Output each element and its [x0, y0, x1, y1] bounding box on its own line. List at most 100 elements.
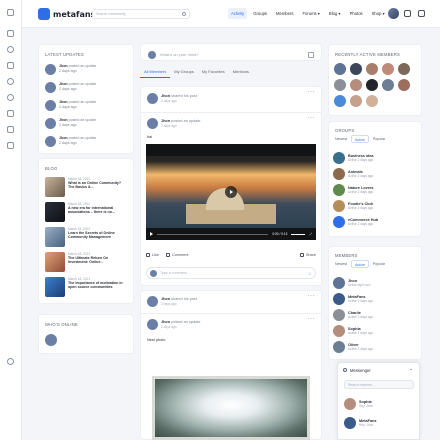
avatar[interactable] [334, 79, 346, 91]
list-item[interactable]: Jhon posted an update 2 days ago [45, 118, 96, 129]
nav-photos[interactable]: Photos [347, 8, 366, 19]
filter-newest[interactable]: Newest [332, 260, 350, 268]
members-icon[interactable] [7, 126, 14, 133]
volume-slider[interactable] [291, 233, 306, 235]
post-menu-icon[interactable]: ··· [308, 293, 316, 299]
group-item[interactable]: eCommerce Hub Active 2 days ago [333, 216, 378, 228]
nav-groups[interactable]: Groups [250, 8, 270, 19]
nav-blog[interactable]: Blog ▾ [326, 8, 344, 19]
avatar[interactable] [366, 63, 378, 75]
filter-active[interactable]: Active [350, 260, 369, 268]
avatar[interactable] [366, 79, 378, 91]
avatar[interactable] [350, 63, 362, 75]
settings-icon[interactable] [7, 78, 14, 85]
list-item[interactable]: Jhon posted an update 2 days ago [45, 64, 96, 75]
nav-members[interactable]: Members [273, 8, 296, 19]
activity-icon[interactable] [7, 30, 14, 37]
avatar[interactable] [398, 79, 410, 91]
group-item[interactable]: Nature Lovers Active 2 days ago [333, 184, 374, 196]
search-icon[interactable] [182, 12, 186, 16]
blog-thumbnail[interactable] [45, 227, 65, 247]
messenger-search-input[interactable] [348, 382, 410, 387]
nav-shop[interactable]: Shop ▾ [369, 8, 388, 19]
list-item[interactable]: Jhon posted an update 2 days ago [45, 100, 96, 111]
avatar[interactable] [382, 63, 394, 75]
group-item[interactable]: Animals Active 2 days ago [333, 168, 373, 180]
video-player[interactable]: 0:00 / 0:13 ⤢ [146, 144, 316, 240]
share-button[interactable]: Share [299, 253, 316, 257]
composer-input[interactable]: What's on your mind? [160, 52, 199, 57]
avatar[interactable] [147, 319, 158, 330]
tab-my-groups[interactable]: My Groups [170, 66, 198, 78]
image-icon[interactable] [308, 52, 314, 58]
post-menu-icon[interactable]: ··· [308, 316, 316, 322]
nav-activity[interactable]: Activity [228, 8, 248, 19]
avatar[interactable] [147, 93, 158, 104]
notification-icon[interactable] [418, 10, 425, 17]
blog-thumbnail[interactable] [45, 202, 65, 222]
tab-all-members[interactable]: All Members [140, 66, 171, 78]
group-item[interactable]: Business idea Active 2 days ago [333, 152, 374, 164]
bag-icon[interactable] [7, 142, 14, 149]
blog-item[interactable]: March 18, 2021 A new era for internationa… [45, 202, 124, 222]
add-user-icon[interactable] [7, 110, 14, 117]
menu-icon[interactable] [7, 9, 14, 16]
post-menu-icon[interactable]: ··· [308, 89, 316, 95]
avatar[interactable] [366, 95, 378, 107]
avatar[interactable] [334, 63, 346, 75]
emoji-icon[interactable] [7, 94, 14, 101]
tab-mentions[interactable]: Mentions [229, 66, 253, 78]
avatar[interactable] [45, 334, 57, 346]
blog-item[interactable]: March 18, 2021 The importance of motivati… [45, 277, 124, 297]
like-button[interactable]: Like [146, 253, 159, 257]
comment-button[interactable]: Comment [165, 253, 188, 257]
play-icon[interactable] [225, 186, 237, 198]
group-item[interactable]: Foodie's Club Active 2 days ago [333, 200, 373, 212]
avatar[interactable] [334, 95, 346, 107]
list-item[interactable]: Jhon posted an update 2 days ago [45, 136, 96, 147]
avatar[interactable] [350, 79, 362, 91]
blog-thumbnail[interactable] [45, 177, 65, 197]
seek-bar[interactable] [157, 233, 269, 235]
blog-item[interactable]: March 18, 2021 Learn the Secrets of Onlin… [45, 227, 124, 247]
cart-icon[interactable] [404, 10, 411, 17]
groups-icon[interactable] [7, 62, 14, 69]
filter-popular[interactable]: Popular [370, 260, 388, 268]
list-item[interactable]: Jhon posted an update 2 days ago [45, 82, 96, 93]
conversation-item[interactable]: MetaFans Hey, Jhon [344, 417, 377, 429]
post-photo[interactable] [152, 376, 310, 440]
comment-box[interactable]: ☺ [146, 267, 316, 279]
member-item[interactable]: MetaFans Active 2 days ago [333, 293, 373, 305]
user-avatar[interactable] [388, 8, 399, 19]
logo[interactable]: metafans [38, 8, 95, 20]
blog-thumbnail[interactable] [45, 277, 65, 297]
emoji-icon[interactable]: ☺ [308, 271, 312, 276]
avatar[interactable] [147, 296, 158, 307]
search-box[interactable] [92, 9, 190, 19]
avatar[interactable] [382, 79, 394, 91]
avatar[interactable] [398, 63, 410, 75]
member-item[interactable]: Jhon Active right now [333, 277, 371, 289]
play-small-icon[interactable] [150, 232, 153, 236]
tab-my-favorites[interactable]: My Favorites [198, 66, 229, 78]
blog-thumbnail[interactable] [45, 252, 65, 272]
conversation-item[interactable]: Sophia Hey, Jhon [344, 398, 373, 410]
blog-item[interactable]: March 18, 2021 What is an Online Communit… [45, 177, 124, 197]
messenger-title[interactable]: Messenger [350, 368, 371, 373]
comment-input[interactable] [160, 271, 305, 275]
fullscreen-icon[interactable]: ⤢ [309, 232, 312, 236]
post-composer[interactable]: What's on your mind? [140, 43, 322, 61]
power-icon[interactable] [7, 358, 14, 365]
filter-active[interactable]: Active [350, 135, 369, 143]
chevron-down-icon[interactable]: ⌄ [409, 366, 413, 372]
nav-forums[interactable]: Forums ▾ [299, 8, 322, 19]
search-input[interactable] [96, 12, 176, 16]
member-item[interactable]: Sophia Active 2 days ago [333, 325, 373, 337]
user-icon[interactable] [7, 46, 14, 53]
filter-newest[interactable]: Newest [332, 135, 350, 143]
member-item[interactable]: Charlie Active 2 days ago [333, 309, 373, 321]
post-menu-icon[interactable]: ··· [308, 115, 316, 121]
avatar[interactable] [147, 118, 158, 129]
member-item[interactable]: Oliver Active 2 days ago [333, 341, 373, 353]
blog-item[interactable]: March 18, 2021 The Ultimate Return On Inv… [45, 252, 124, 272]
